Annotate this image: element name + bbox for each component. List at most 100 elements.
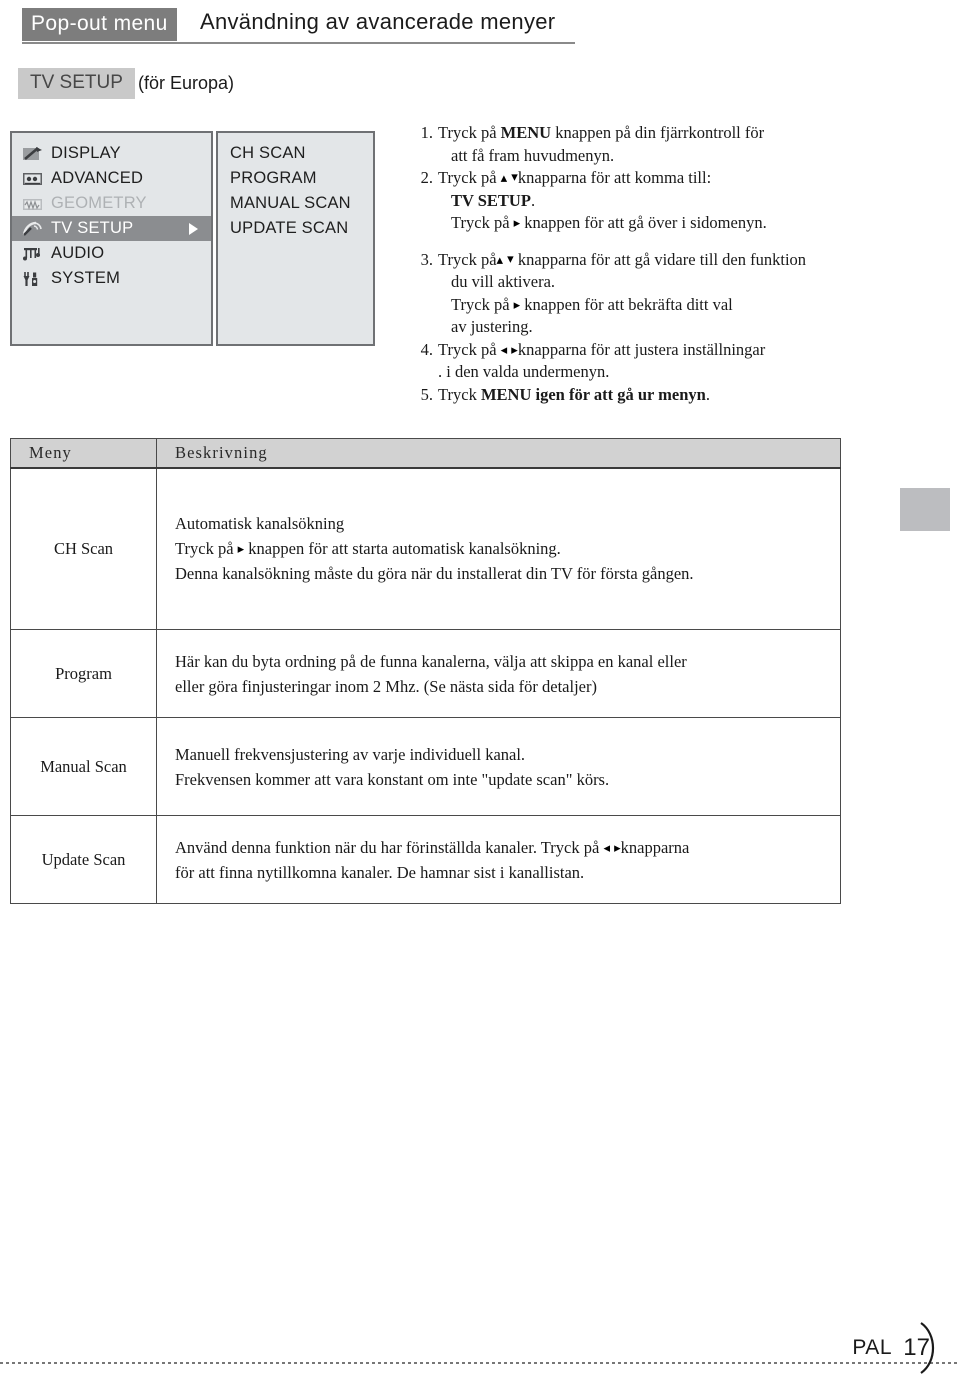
osd-menu-item-geometry[interactable]: GEOMETRY bbox=[12, 191, 211, 216]
description-line: Här kan du byta ordning på de funna kana… bbox=[175, 649, 830, 674]
description-line: Manuell frekvensjustering av varje indiv… bbox=[175, 742, 830, 767]
table-head: Meny Beskrivning bbox=[10, 438, 841, 469]
osd-menu-item-system[interactable]: SYSTEM bbox=[12, 266, 211, 291]
instruction-step: 5. Tryck MENU igen för att gå ur menyn. bbox=[417, 384, 937, 407]
step-number: 3. bbox=[420, 249, 433, 269]
text-run: Frekvensen kommer att vara konstant om i… bbox=[175, 769, 610, 789]
text-run: eller göra finjusteringar inom 2 Mhz. (S… bbox=[175, 676, 597, 696]
description-line: Tryck på ▸ knappen för att starta automa… bbox=[175, 536, 830, 561]
osd-submenu-item-ch-scan[interactable]: CH SCAN bbox=[218, 141, 373, 166]
text-run: du vill aktivera. bbox=[451, 272, 556, 291]
osd-sub-menu-list: CH SCAN PROGRAM MANUAL SCAN UPDATE SCAN bbox=[218, 133, 373, 241]
osd-submenu-item-program[interactable]: PROGRAM bbox=[218, 166, 373, 191]
step-line: Tryck på MENU knappen på din fjärrkontro… bbox=[438, 122, 937, 145]
osd-main-menu-list: DISPLAY ADVANCED GEOMETRY TV SETUP AUDIO SYST… bbox=[12, 133, 211, 291]
text-run: Tryck på bbox=[438, 123, 501, 142]
page-number-bracket-icon bbox=[917, 1320, 947, 1376]
text-run: att få fram huvudmenyn. bbox=[451, 145, 615, 165]
step-text: Tryck på ◂ ▸knapparna för att justera in… bbox=[438, 339, 937, 384]
osd-submenu-item-manual-scan[interactable]: MANUAL SCAN bbox=[218, 191, 373, 216]
osd-menu-item-audio[interactable]: AUDIO bbox=[12, 241, 211, 266]
step-text: Tryck på MENU knappen på din fjärrkontro… bbox=[438, 122, 937, 167]
step-number: 1. bbox=[420, 123, 433, 142]
tv-setup-badge: TV SETUP bbox=[18, 68, 135, 99]
step-line: Tryck MENU igen för att gå ur menyn. bbox=[438, 384, 937, 407]
display-icon bbox=[22, 146, 43, 162]
description-line: Denna kanalsökning måste du göra när du … bbox=[175, 561, 830, 586]
step-line: Tryck på▴ ▾ knapparna för att gå vidare … bbox=[438, 249, 937, 272]
table-cell-description: Här kan du byta ordning på de funna kana… bbox=[156, 629, 841, 718]
osd-menu-item-advanced[interactable]: ADVANCED bbox=[12, 166, 211, 191]
text-run: Manuell frekvensjustering av varje indiv… bbox=[175, 744, 526, 764]
text-run: Tryck på bbox=[438, 168, 501, 187]
text-run: . i den valda undermenyn. bbox=[438, 362, 610, 381]
step-spacer bbox=[417, 235, 937, 249]
text-run: knapparna för att justera inställningar bbox=[517, 339, 766, 359]
table-cell-description: Manuell frekvensjustering av varje indiv… bbox=[156, 717, 841, 816]
instruction-step: 3. Tryck på▴ ▾ knapparna för att gå vidar… bbox=[417, 249, 937, 339]
text-run: Tryck på bbox=[438, 339, 501, 359]
region-note: (för Europa) bbox=[138, 73, 235, 93]
osd-menu-item-label: GEOMETRY bbox=[51, 194, 147, 212]
description-line: eller göra finjusteringar inom 2 Mhz. (S… bbox=[175, 674, 830, 699]
text-run: Automatisk kanalsökning bbox=[175, 514, 345, 534]
audio-icon bbox=[22, 246, 43, 262]
footer-standard-label: PAL bbox=[852, 1336, 892, 1359]
table-row: Update Scan Använd denna funktion när du … bbox=[10, 815, 841, 904]
table-row: CH Scan Automatisk kanalsökning Tryck på ▸… bbox=[10, 467, 841, 630]
step-text: Tryck på▴ ▾ knapparna för att gå vidare … bbox=[438, 249, 937, 339]
table-body: CH Scan Automatisk kanalsökning Tryck på ▸… bbox=[10, 467, 841, 904]
text-run: MENU igen för att gå ur menyn bbox=[480, 384, 706, 404]
osd-menu-item-tv-setup[interactable]: TV SETUP bbox=[12, 216, 211, 241]
step-line: . i den valda undermenyn. bbox=[438, 361, 937, 384]
step-line: av justering. bbox=[438, 316, 937, 339]
column-header-meny: Meny bbox=[10, 438, 157, 469]
tv-setup-icon bbox=[22, 221, 43, 237]
osd-menu-item-display[interactable]: DISPLAY bbox=[12, 141, 211, 166]
text-run: knappen för att bekräfta ditt val bbox=[520, 294, 733, 314]
step-line: du vill aktivera. bbox=[438, 271, 937, 294]
text-run: för att finna nytillkomna kanaler. De ha… bbox=[175, 862, 585, 882]
footer-dotted-rule bbox=[0, 1362, 960, 1364]
text-run: Tryck bbox=[438, 384, 481, 404]
text-run: . bbox=[530, 190, 536, 210]
text-run: . bbox=[705, 384, 710, 404]
step-line: att få fram huvudmenyn. bbox=[438, 145, 937, 168]
step-number: 4. bbox=[420, 339, 433, 359]
step-line: Tryck på ▴ ▾knapparna för att komma till… bbox=[438, 167, 937, 190]
page-title: Användning av avancerade menyer bbox=[200, 9, 556, 34]
text-run: Tryck på bbox=[438, 249, 497, 269]
menu-description-table: Meny Beskrivning CH Scan Automatisk kanal… bbox=[10, 438, 841, 904]
triangle-right-icon bbox=[189, 222, 198, 235]
description-line: Frekvensen kommer att vara konstant om i… bbox=[175, 767, 830, 792]
osd-main-menu-panel: DISPLAY ADVANCED GEOMETRY TV SETUP AUDIO SYST… bbox=[10, 131, 213, 346]
step-number: 2. bbox=[420, 168, 433, 187]
instruction-step: 2. Tryck på ▴ ▾knapparna för att komma ti… bbox=[417, 167, 937, 235]
table-cell-menu-name: Update Scan bbox=[10, 815, 157, 904]
step-line: Tryck på ▸ knappen för att bekräfta ditt… bbox=[438, 294, 937, 317]
step-number: 5. bbox=[420, 384, 433, 404]
instruction-steps: 1. Tryck på MENU knappen på din fjärrkont… bbox=[417, 122, 937, 406]
table-header-row: Meny Beskrivning bbox=[10, 438, 841, 469]
table-cell-menu-name: Program bbox=[10, 629, 157, 718]
table-cell-description: Använd denna funktion när du har förinst… bbox=[156, 815, 841, 904]
text-run: Tryck på bbox=[175, 539, 238, 559]
text-run: Använd denna funktion när du har förinst… bbox=[175, 837, 604, 857]
table-cell-menu-name: Manual Scan bbox=[10, 717, 157, 816]
text-run: Tryck på bbox=[451, 294, 514, 314]
geometry-icon bbox=[22, 196, 43, 212]
text-run: knappen för att gå över i sidomenyn. bbox=[520, 213, 767, 232]
instruction-step: 4. Tryck på ◂ ▸knapparna för att justera … bbox=[417, 339, 937, 384]
text-run: knapparna för att gå vidare till den fun… bbox=[513, 249, 807, 269]
text-run: av justering. bbox=[451, 317, 533, 336]
table-row: Program Här kan du byta ordning på de fun… bbox=[10, 629, 841, 718]
step-line: Tryck på ◂ ▸knapparna för att justera in… bbox=[438, 339, 937, 362]
description-line: för att finna nytillkomna kanaler. De ha… bbox=[175, 860, 830, 885]
text-run: Denna kanalsökning måste du göra när du … bbox=[175, 564, 694, 584]
description-line: Använd denna funktion när du har förinst… bbox=[175, 835, 830, 860]
page-header: Pop-out menu Användning av avancerade me… bbox=[0, 0, 960, 58]
osd-submenu-item-update-scan[interactable]: UPDATE SCAN bbox=[218, 216, 373, 241]
table-cell-menu-name: CH Scan bbox=[10, 467, 157, 630]
step-line: TV SETUP. bbox=[438, 190, 937, 213]
table-row: Manual Scan Manuell frekvensjustering av … bbox=[10, 717, 841, 816]
